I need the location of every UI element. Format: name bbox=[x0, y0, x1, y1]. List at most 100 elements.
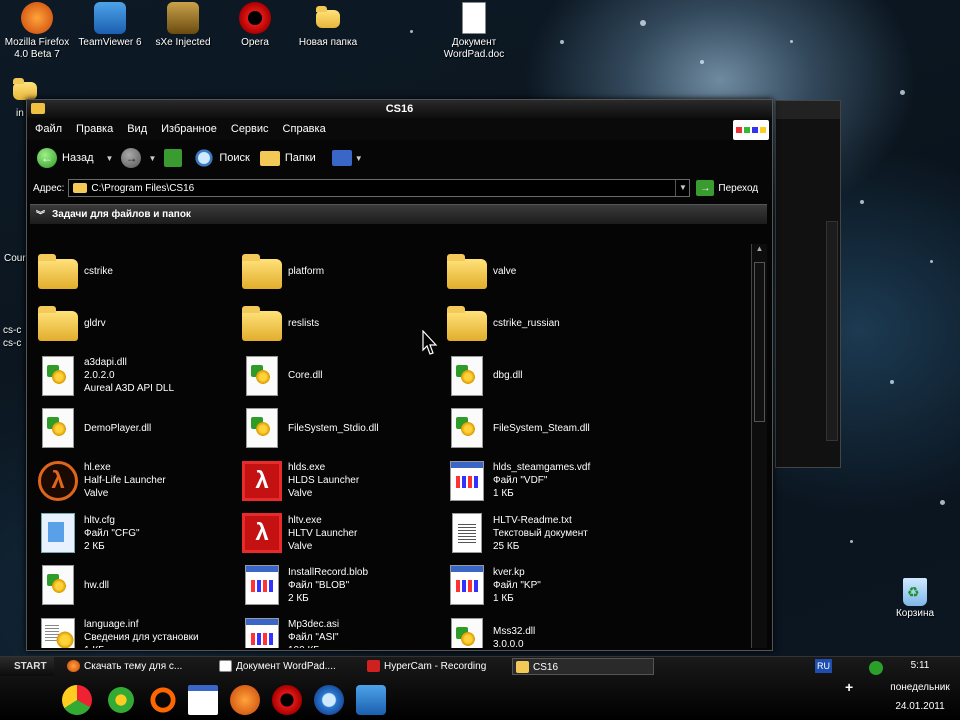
file-name: hltv.exe bbox=[288, 514, 322, 526]
file-item[interactable]: hw.dll bbox=[38, 560, 238, 610]
file-info: a3dapi.dll 2.0.2.0 Aureal A3D API DLL bbox=[84, 356, 174, 395]
file-item[interactable]: reslists bbox=[242, 298, 442, 348]
file-item[interactable]: cstrike bbox=[38, 246, 238, 296]
vertical-scrollbar[interactable]: ▲ bbox=[751, 244, 767, 648]
views-dropdown-icon[interactable]: ▼ bbox=[355, 154, 363, 163]
forward-dropdown-icon[interactable]: ▼ bbox=[148, 154, 156, 163]
views-button[interactable] bbox=[331, 150, 352, 166]
file-item[interactable]: language.infСведения для установки1 КБ bbox=[38, 613, 238, 648]
file-name: FileSystem_Steam.dll bbox=[493, 422, 590, 434]
taskbar-item-label: Скачать тему для с... bbox=[84, 661, 183, 672]
window-icon[interactable] bbox=[188, 685, 218, 715]
file-item[interactable]: HLTV-Readme.txt Текстовый документ 25 КБ bbox=[447, 508, 647, 558]
desktop-icon-firefox[interactable]: Mozilla Firefox 4.0 Beta 7 bbox=[0, 2, 74, 61]
desktop-icon-label: sXe Injected bbox=[155, 37, 211, 48]
search-icon bbox=[194, 148, 215, 168]
menu-help[interactable]: Справка bbox=[283, 123, 326, 135]
file-info: hlds.exe HLDS Launcher Valve bbox=[288, 461, 359, 500]
scroll-up-icon[interactable]: ▲ bbox=[752, 244, 767, 258]
file-item[interactable]: InstallRecord.blob Файл "BLOB" 2 КБ bbox=[242, 560, 442, 610]
menu-view[interactable]: Вид bbox=[127, 123, 147, 135]
back-button[interactable]: ← Назад bbox=[37, 148, 94, 168]
desktop-icon-new-folder[interactable]: Новая папка bbox=[291, 2, 365, 49]
up-folder-button[interactable] bbox=[164, 149, 183, 167]
file-item[interactable]: Mss32.dll 3.0.0.0 bbox=[447, 613, 647, 648]
mail-at-icon[interactable] bbox=[148, 685, 178, 715]
file-item[interactable]: platform bbox=[242, 246, 442, 296]
background-window-scrollbar[interactable] bbox=[826, 221, 838, 441]
teamviewer-icon[interactable] bbox=[356, 685, 386, 715]
file-item[interactable]: Core.dll bbox=[242, 351, 442, 401]
language-indicator[interactable]: RU bbox=[815, 659, 832, 673]
menu-edit[interactable]: Правка bbox=[76, 123, 113, 135]
file-item[interactable]: λ hlds.exe HLDS Launcher Valve bbox=[242, 456, 442, 506]
icq-flower-icon[interactable] bbox=[106, 685, 136, 715]
windows-logo-icon bbox=[733, 120, 769, 140]
file-item[interactable]: dbg.dll bbox=[447, 351, 647, 401]
taskbar-item-wordpad[interactable]: Документ WordPad.... bbox=[216, 658, 362, 675]
file-item[interactable]: λ hltv.exe HLTV Launcher Valve bbox=[242, 508, 442, 558]
file-item[interactable]: kver.kp Файл "KP" 1 КБ bbox=[447, 560, 647, 610]
file-detail: Сведения для установки bbox=[84, 632, 199, 644]
tasks-panel-header[interactable]: ︾ Задачи для файлов и папок bbox=[30, 204, 767, 224]
desktop-icon-sxe[interactable]: sXe Injected bbox=[146, 2, 220, 49]
file-item[interactable]: valve bbox=[447, 246, 647, 296]
file-item[interactable]: λ hl.exe Half-Life Launcher Valve bbox=[38, 456, 238, 506]
file-name: a3dapi.dll bbox=[84, 357, 127, 369]
opera-icon[interactable] bbox=[272, 685, 302, 715]
desktop-icon-wordpad-doc[interactable]: Документ WordPad.doc bbox=[437, 2, 511, 61]
chrome-icon[interactable] bbox=[62, 685, 92, 715]
file-item[interactable]: FileSystem_Steam.dll bbox=[447, 403, 647, 453]
file-item[interactable]: FileSystem_Stdio.dll bbox=[242, 403, 442, 453]
menu-tools[interactable]: Сервис bbox=[231, 123, 269, 135]
file-detail: HLDS Launcher bbox=[288, 475, 360, 487]
menu-favorites[interactable]: Избранное bbox=[161, 123, 217, 135]
folders-button[interactable]: Папки bbox=[259, 150, 316, 166]
file-item[interactable]: hlds_steamgames.vdf Файл "VDF" 1 КБ bbox=[447, 456, 647, 506]
half-life-icon: λ bbox=[38, 460, 78, 501]
search-button[interactable]: Поиск bbox=[194, 148, 250, 168]
tray-icon[interactable] bbox=[869, 661, 883, 675]
text-file-icon bbox=[452, 513, 482, 553]
file-item[interactable]: DemoPlayer.dll bbox=[38, 403, 238, 453]
address-input[interactable]: C:\Program Files\CS16 ▼ bbox=[68, 179, 691, 197]
taskbar-item-hypercam[interactable]: HyperCam - Recording bbox=[364, 658, 510, 675]
desktop-icon-recycle-bin[interactable]: Корзина bbox=[890, 578, 940, 619]
window-titlebar[interactable]: CS16 bbox=[27, 100, 772, 118]
file-item[interactable]: Mp3dec.asiФайл "ASI"100 КБ bbox=[242, 613, 442, 648]
file-info: HLTV-Readme.txt Текстовый документ 25 КБ bbox=[493, 514, 588, 553]
firefox-icon[interactable] bbox=[230, 685, 260, 715]
file-item[interactable]: gldrv bbox=[38, 298, 238, 348]
wordpad-doc-icon bbox=[462, 2, 486, 34]
taskbar-item-firefox[interactable]: Скачать тему для с... bbox=[64, 658, 210, 675]
file-name: dbg.dll bbox=[493, 370, 523, 382]
file-item[interactable]: cstrike_russian bbox=[447, 298, 647, 348]
file-name: kver.kp bbox=[493, 566, 525, 578]
desktop-icon-teamviewer[interactable]: TeamViewer 6 bbox=[73, 2, 147, 49]
address-dropdown-icon[interactable]: ▼ bbox=[675, 180, 689, 196]
clock-time[interactable]: 5:11 bbox=[900, 660, 940, 671]
forward-button[interactable]: → bbox=[121, 148, 142, 168]
window-title: CS16 bbox=[385, 103, 414, 115]
ie-icon[interactable] bbox=[314, 685, 344, 715]
clock-date: 24.01.2011 bbox=[895, 701, 945, 712]
file-info: FileSystem_Stdio.dll bbox=[288, 422, 379, 435]
add-icon[interactable]: + bbox=[845, 679, 853, 695]
file-info: hltv.exe HLTV Launcher Valve bbox=[288, 514, 357, 553]
start-button[interactable]: START bbox=[0, 657, 54, 676]
menu-file[interactable]: Файл bbox=[35, 123, 62, 135]
file-info: Mp3dec.asiФайл "ASI"100 КБ bbox=[288, 618, 339, 648]
dll-file-icon bbox=[42, 408, 74, 449]
background-window[interactable] bbox=[775, 100, 841, 468]
file-name: hw.dll bbox=[84, 579, 110, 591]
taskbar-item-cs16[interactable]: CS16 bbox=[512, 658, 654, 675]
file-detail: 1 КБ bbox=[493, 488, 514, 500]
address-label: Адрес: bbox=[33, 182, 65, 194]
file-detail: Файл "ASI" bbox=[288, 632, 339, 644]
go-button[interactable]: → Переход bbox=[696, 180, 758, 196]
file-item[interactable]: hltv.cfg Файл "CFG" 2 КБ bbox=[38, 508, 238, 558]
back-dropdown-icon[interactable]: ▼ bbox=[106, 154, 114, 163]
file-item[interactable]: a3dapi.dll 2.0.2.0 Aureal A3D API DLL bbox=[38, 351, 238, 401]
scrollbar-thumb[interactable] bbox=[754, 262, 765, 422]
desktop-icon-opera[interactable]: Opera bbox=[218, 2, 292, 49]
